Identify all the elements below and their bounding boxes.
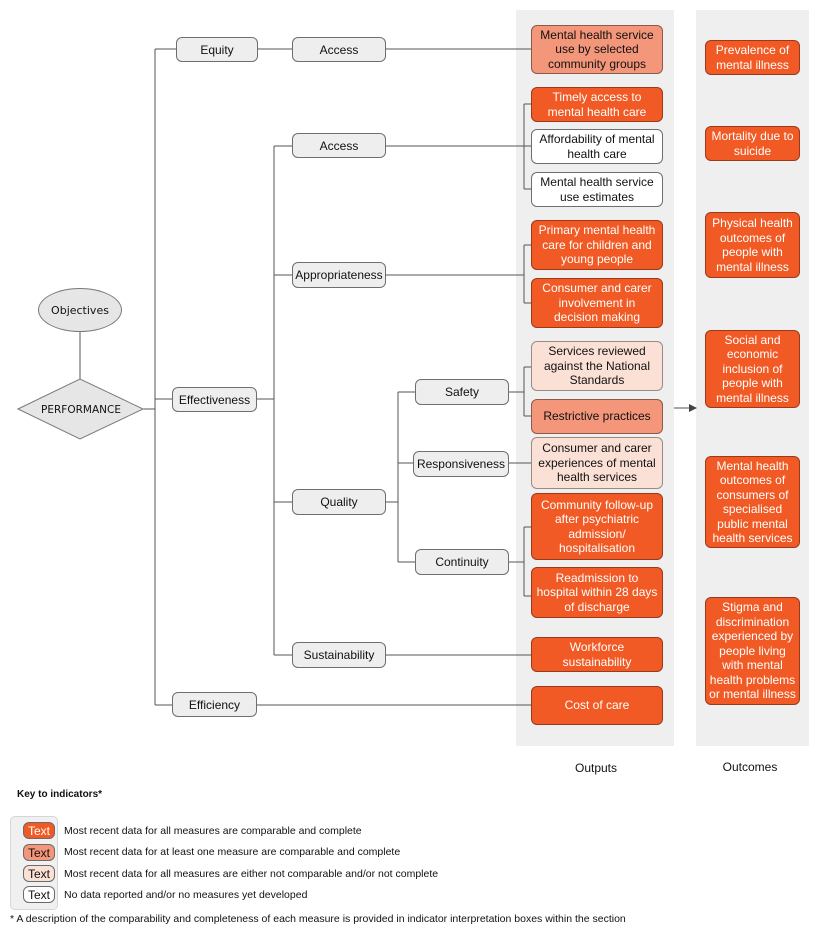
key-swatch-status-1: Text: [23, 822, 55, 839]
output-indicator: Affordability of mental health care: [531, 129, 663, 164]
key-label: Most recent data for at least one measur…: [64, 846, 401, 858]
output-indicator: Community follow-up after psychiatric ad…: [531, 493, 663, 560]
output-indicator: Services reviewed against the National S…: [531, 341, 663, 391]
node-safety: Safety: [415, 379, 509, 405]
objectives-node: Objectives: [38, 288, 122, 332]
key-swatch-status-2: Text: [23, 844, 55, 861]
node-effectiveness-access: Access: [292, 133, 386, 158]
output-indicator: Consumer and carer involvement in decisi…: [531, 278, 663, 328]
key-label: No data reported and/or no measures yet …: [64, 889, 308, 901]
key-swatch-status-3: Text: [23, 865, 55, 882]
output-indicator: Workforce sustainability: [531, 637, 663, 672]
output-indicator: Restrictive practices: [531, 399, 663, 434]
performance-label: PERFORMANCE: [41, 404, 121, 416]
outcome-indicator: Mental health outcomes of consumers of s…: [705, 456, 800, 548]
output-indicator: Consumer and carer experiences of mental…: [531, 437, 663, 489]
node-continuity: Continuity: [415, 549, 509, 575]
output-indicator: Mental health service use by selected co…: [531, 25, 663, 74]
node-appropriateness: Appropriateness: [292, 262, 386, 288]
key-swatch-status-4: Text: [23, 886, 55, 903]
key-label: Most recent data for all measures are co…: [64, 825, 362, 837]
node-responsiveness: Responsiveness: [413, 451, 509, 477]
output-indicator: Primary mental health care for children …: [531, 220, 663, 270]
outcome-indicator: Stigma and discrimination experienced by…: [705, 597, 800, 705]
outcome-indicator: Prevalence of mental illness: [705, 40, 800, 75]
node-sustainability: Sustainability: [292, 642, 386, 668]
output-indicator: Readmission to hospital within 28 days o…: [531, 567, 663, 618]
output-indicator: Timely access to mental health care: [531, 87, 663, 122]
outcomes-label: Outcomes: [722, 760, 778, 774]
output-indicator: Cost of care: [531, 686, 663, 725]
outcome-indicator: Social and economic inclusion of people …: [705, 330, 800, 408]
objectives-label: Objectives: [51, 303, 109, 317]
key-title: Key to indicators*: [17, 789, 103, 800]
outcome-indicator: Mortality due to suicide: [705, 126, 800, 161]
key-label: Most recent data for all measures are ei…: [64, 868, 439, 880]
node-quality: Quality: [292, 489, 386, 515]
node-efficiency: Efficiency: [172, 692, 257, 717]
output-indicator: Mental health service use estimates: [531, 172, 663, 207]
performance-node: PERFORMANCE: [18, 380, 144, 440]
node-equity: Equity: [176, 37, 258, 62]
footnote: * A description of the comparability and…: [10, 913, 626, 925]
node-equity-access: Access: [292, 37, 386, 62]
node-effectiveness: Effectiveness: [172, 387, 257, 412]
outcome-indicator: Physical health outcomes of people with …: [705, 212, 800, 278]
outputs-label: Outputs: [574, 761, 618, 775]
